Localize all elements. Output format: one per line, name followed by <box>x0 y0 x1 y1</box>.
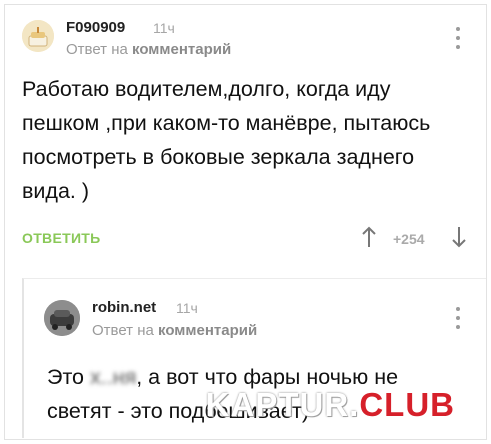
comment-author[interactable]: F090909 <box>66 19 125 36</box>
reply-to-prefix: Ответ на <box>92 322 154 339</box>
comment-text: Работаю водителем,долго, когда иду пешко… <box>22 77 431 203</box>
rating-count: +254 <box>393 231 425 247</box>
reply-button[interactable]: ОТВЕТИТЬ <box>22 230 101 246</box>
downvote-icon[interactable] <box>452 226 466 253</box>
reply-author[interactable]: robin.net <box>92 299 156 316</box>
reply-time: 11ч <box>176 300 198 316</box>
comment-time: 11ч <box>153 20 175 36</box>
more-options-icon[interactable] <box>455 307 461 329</box>
upvote-icon[interactable] <box>362 226 376 253</box>
reply-to-prefix: Ответ на <box>66 41 128 58</box>
cake-avatar-icon <box>22 20 54 52</box>
site-watermark: KAPTUR.CLUB <box>205 386 455 423</box>
car-avatar-icon <box>44 300 80 336</box>
reply-to-info: Ответ на комментарий <box>66 41 231 58</box>
reply-to-link[interactable]: комментарий <box>158 322 257 339</box>
censored-word: х..ня <box>90 365 137 389</box>
more-options-icon[interactable] <box>455 27 461 49</box>
user-avatar[interactable] <box>22 20 54 52</box>
reply-to-info: Ответ на комментарий <box>92 322 257 339</box>
reply-avatar[interactable] <box>44 300 80 336</box>
reply-to-link[interactable]: комментарий <box>132 41 231 58</box>
